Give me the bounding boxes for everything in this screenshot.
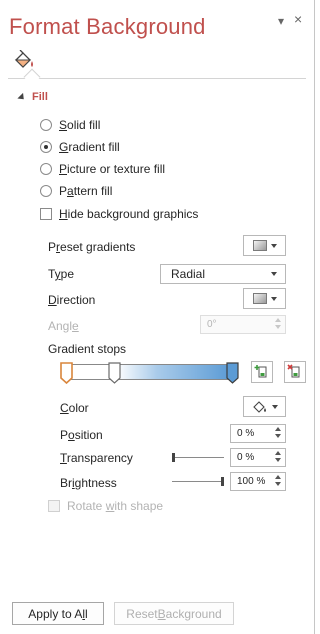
- rotate-with-shape-option[interactable]: Rotate with shape: [48, 499, 163, 513]
- type-select-value: Radial: [171, 267, 206, 281]
- hide-background-graphics-label: Hide background graphics: [59, 207, 199, 221]
- brightness-value: 100 %: [237, 476, 266, 487]
- rotate-with-shape-checkbox[interactable]: [48, 500, 60, 512]
- position-spinner[interactable]: 0 %: [230, 424, 286, 443]
- spin-arrows-icon: [275, 451, 281, 462]
- color-label: Color: [60, 401, 89, 415]
- angle-label: Angle: [48, 319, 79, 333]
- pattern-fill-option[interactable]: Pattern fill: [40, 184, 112, 198]
- spin-arrows-icon: [275, 427, 281, 438]
- gradient-stops-bar[interactable]: [66, 364, 232, 380]
- close-pane-button[interactable]: ×: [294, 11, 302, 27]
- brightness-spinner[interactable]: 100 %: [230, 472, 286, 491]
- transparency-label: Transparency: [60, 451, 133, 465]
- hide-background-graphics-option[interactable]: Hide background graphics: [40, 207, 198, 221]
- preset-gradients-label: Preset gradients: [48, 240, 136, 254]
- picture-texture-fill-label: Picture or texture fill: [59, 162, 166, 176]
- pane-options-dropdown[interactable]: ▾: [278, 14, 284, 28]
- picture-texture-fill-option[interactable]: Picture or texture fill: [40, 162, 165, 176]
- brightness-label: Brightness: [60, 476, 117, 490]
- direction-label: Direction: [48, 293, 96, 307]
- type-label: Type: [48, 267, 75, 281]
- angle-value: 0°: [207, 319, 217, 330]
- picture-texture-fill-radio[interactable]: [40, 163, 52, 175]
- rotate-with-shape-label: Rotate with shape: [67, 499, 164, 513]
- transparency-slider-thumb[interactable]: [172, 453, 175, 462]
- chevron-down-icon: [271, 404, 278, 409]
- apply-to-all-button[interactable]: Apply to All: [12, 602, 104, 625]
- gradient-fill-radio[interactable]: [40, 141, 52, 153]
- type-select[interactable]: Radial: [160, 264, 286, 284]
- remove-gradient-stop-button[interactable]: [284, 361, 306, 383]
- brightness-slider-thumb[interactable]: [221, 477, 224, 486]
- gradient-stops-label: Gradient stops: [48, 342, 127, 356]
- brightness-slider-track[interactable]: [172, 481, 224, 482]
- angle-spinner[interactable]: 0°: [200, 315, 286, 334]
- spin-arrows-icon: [275, 475, 281, 486]
- position-label: Position: [60, 428, 103, 442]
- transparency-spinner[interactable]: 0 %: [230, 448, 286, 467]
- spin-arrows-icon: [275, 318, 281, 329]
- fill-section-header[interactable]: Fill: [17, 91, 48, 103]
- gradient-fill-option[interactable]: Gradient fill: [40, 140, 120, 154]
- gradient-stop-1[interactable]: [60, 362, 73, 384]
- chevron-down-icon: [270, 296, 277, 301]
- remove-stop-icon: [287, 364, 300, 378]
- tab-divider: [8, 78, 306, 79]
- collapse-triangle-icon: [17, 92, 27, 102]
- fill-section-label: Fill: [32, 91, 48, 103]
- transparency-slider-track[interactable]: [172, 457, 224, 458]
- format-background-pane: Format Background ▾ × Fill Solid fill Gr…: [0, 0, 315, 634]
- gradient-fill-label: Gradient fill: [59, 140, 120, 154]
- preset-gradients-dropdown[interactable]: [243, 235, 286, 256]
- add-stop-icon: [254, 365, 267, 378]
- solid-fill-radio[interactable]: [40, 119, 52, 131]
- reset-background-button[interactable]: Reset Background: [114, 602, 234, 625]
- hide-background-graphics-checkbox[interactable]: [40, 208, 52, 220]
- solid-fill-option[interactable]: Solid fill: [40, 118, 100, 132]
- gradient-stop-3[interactable]: [226, 362, 239, 384]
- pattern-fill-radio[interactable]: [40, 185, 52, 197]
- pattern-fill-label: Pattern fill: [59, 184, 113, 198]
- chevron-down-icon: [270, 243, 277, 248]
- direction-swatch-icon: [252, 293, 267, 304]
- solid-fill-label: Solid fill: [59, 118, 101, 132]
- chevron-down-icon: [271, 272, 277, 276]
- paint-bucket-icon: [252, 400, 266, 413]
- gradient-stop-2[interactable]: [108, 362, 121, 384]
- color-dropdown[interactable]: [243, 396, 286, 417]
- position-value: 0 %: [237, 428, 255, 439]
- pane-title: Format Background: [9, 14, 206, 39]
- direction-dropdown[interactable]: [243, 288, 286, 309]
- transparency-value: 0 %: [237, 452, 255, 463]
- add-gradient-stop-button[interactable]: [251, 361, 273, 383]
- gradient-swatch-icon: [252, 240, 267, 251]
